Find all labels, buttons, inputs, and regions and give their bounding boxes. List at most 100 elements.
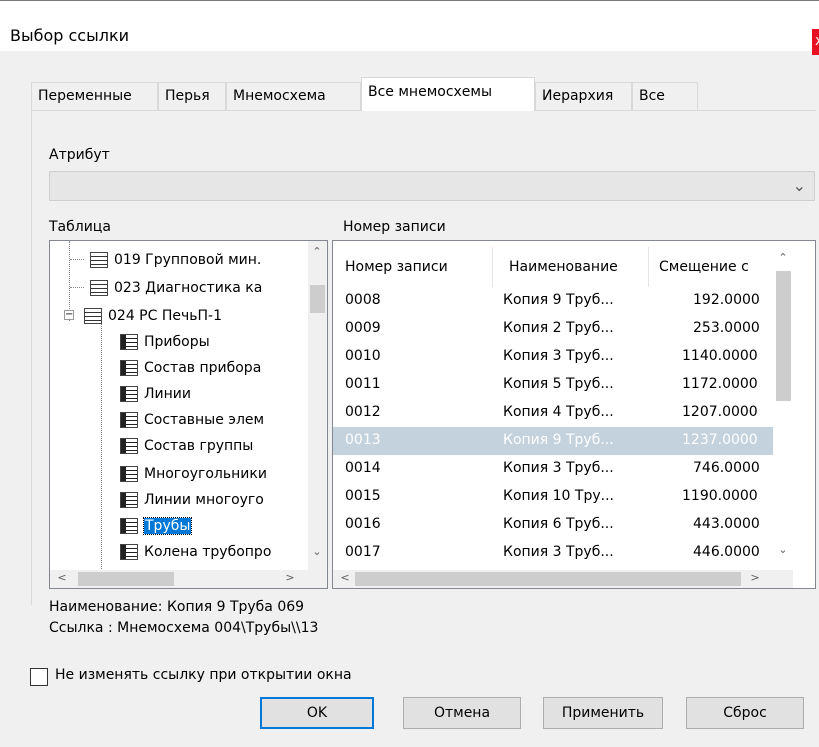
table-label: Таблица: [49, 219, 111, 235]
window-title: Выбор ссылки: [10, 26, 130, 45]
records-table[interactable]: Номер записи Наименование Смещение с 000…: [332, 240, 816, 589]
cell: 0009: [345, 320, 381, 336]
table-icon: [120, 386, 138, 402]
cancel-button[interactable]: Отмена: [403, 697, 521, 729]
selected-link-info: Ссылка : Мнемосхема 004\Трубы\\13: [49, 620, 319, 636]
cell: 0012: [345, 404, 381, 420]
tree-line: [70, 287, 84, 288]
table-row[interactable]: 0010 Копия 3 Труб... 1140.0000: [333, 343, 773, 371]
cell: 0016: [345, 516, 381, 532]
cell: Копия 3 Труб...: [503, 348, 614, 364]
cell: 1190.0000: [682, 488, 758, 504]
tree-item[interactable]: Колена трубопро: [120, 541, 271, 563]
cell: 1237.0000: [682, 432, 758, 448]
tab-hierarchy[interactable]: Иерархия: [535, 82, 632, 110]
tab-variables[interactable]: Переменные: [31, 82, 158, 110]
cell: 1207.0000: [682, 404, 758, 420]
tree-line: [101, 323, 102, 581]
selected-name-info: Наименование: Копия 9 Труба 069: [49, 599, 305, 615]
records-hscrollbar[interactable]: < >: [333, 570, 793, 588]
column-header[interactable]: Номер записи: [333, 247, 493, 287]
table-icon: [120, 544, 138, 560]
table-icon: [120, 412, 138, 428]
table-icon: [120, 466, 138, 482]
tree-item[interactable]: Многоугольники: [120, 463, 267, 485]
records-vscrollbar[interactable]: ⌃ ⌄: [773, 241, 793, 570]
tree-item-label: Линии: [144, 386, 191, 402]
table-row-selected[interactable]: 0013 Копия 9 Труб... 1237.0000: [333, 427, 773, 455]
scroll-right-icon[interactable]: >: [282, 571, 298, 584]
cell: Копия 3 Труб...: [503, 460, 614, 476]
cell: Копия 9 Труб...: [503, 432, 614, 448]
cell: 446.0000: [693, 544, 760, 560]
tree-hscrollbar[interactable]: < >: [50, 570, 327, 588]
close-button[interactable]: x: [812, 29, 819, 55]
table-row[interactable]: 0014 Копия 3 Труб... 746.0000: [333, 455, 773, 483]
table-row[interactable]: 0009 Копия 2 Труб... 253.0000: [333, 315, 773, 343]
scroll-down-icon[interactable]: ⌄: [309, 545, 325, 558]
cell: 746.0000: [693, 460, 760, 476]
reset-button[interactable]: Сброс: [686, 697, 804, 729]
scroll-thumb[interactable]: [776, 271, 791, 401]
attribute-select[interactable]: ⌄: [49, 171, 815, 201]
cell: Копия 3 Труб...: [503, 544, 614, 560]
tree-item[interactable]: 023 Диагностика ка: [90, 277, 262, 299]
tree-item[interactable]: 019 Групповой мин.: [90, 249, 261, 271]
cell: 0015: [345, 488, 381, 504]
cell: Копия 10 Тру...: [503, 488, 614, 504]
column-header[interactable]: Смещение с: [649, 247, 775, 287]
cell: Копия 2 Труб...: [503, 320, 614, 336]
tree-item[interactable]: Составные элем: [120, 409, 264, 431]
tree-item-label: Многоугольники: [144, 466, 267, 482]
record-label: Номер записи: [343, 219, 446, 235]
table-row[interactable]: 0015 Копия 10 Тру... 1190.0000: [333, 483, 773, 511]
table-icon: [120, 492, 138, 508]
keep-link-label[interactable]: Не изменять ссылку при открытии окна: [55, 667, 352, 683]
column-header[interactable]: Наименование: [493, 247, 649, 287]
table-row[interactable]: 0011 Копия 5 Труб... 1172.0000: [333, 371, 773, 399]
tree-item-selected[interactable]: Трубы: [120, 515, 193, 537]
cell: 0014: [345, 460, 381, 476]
cell: 253.0000: [693, 320, 760, 336]
scroll-thumb[interactable]: [355, 572, 741, 586]
table-row[interactable]: 0017 Копия 3 Труб... 446.0000: [333, 539, 773, 567]
tree-item-label: Составные элем: [144, 412, 265, 428]
tree-item[interactable]: Состав прибора: [120, 357, 261, 379]
tab-pens[interactable]: Перья: [158, 82, 226, 110]
scroll-up-icon[interactable]: ⌃: [309, 245, 325, 258]
tree-item[interactable]: 024 РС ПечьП-1: [84, 305, 222, 327]
table-row[interactable]: 0016 Копия 6 Труб... 443.0000: [333, 511, 773, 539]
table-row[interactable]: 0008 Копия 9 Труб... 192.0000: [333, 287, 773, 315]
table-icon: [120, 518, 138, 534]
tree-item-label: 023 Диагностика ка: [114, 280, 263, 296]
cell: 443.0000: [693, 516, 760, 532]
tab-all-mnemos[interactable]: Все мнемосхемы: [361, 77, 535, 111]
cell: 0017: [345, 544, 381, 560]
tree-item[interactable]: Линии: [120, 383, 191, 405]
ok-button[interactable]: OK: [260, 697, 374, 729]
table-icon: [120, 438, 138, 454]
scroll-thumb[interactable]: [78, 572, 174, 586]
scroll-left-icon[interactable]: <: [54, 571, 70, 584]
cell: 0013: [345, 432, 381, 448]
tree-item[interactable]: Линии многоуго: [120, 489, 264, 511]
table-tree[interactable]: − 019 Групповой мин. 023 Диагностика ка …: [49, 240, 328, 589]
tree-item[interactable]: Приборы: [120, 331, 210, 353]
scroll-right-icon[interactable]: >: [747, 571, 763, 584]
tree-item-label: 019 Групповой мин.: [114, 252, 262, 268]
scroll-down-icon[interactable]: ⌄: [775, 543, 791, 556]
tree-item[interactable]: Состав группы: [120, 435, 253, 457]
scroll-up-icon[interactable]: ⌃: [775, 251, 791, 264]
tab-mnemo[interactable]: Мнемосхема: [226, 82, 361, 110]
scroll-thumb[interactable]: [310, 285, 325, 313]
scroll-left-icon[interactable]: <: [337, 571, 353, 584]
collapse-icon[interactable]: −: [64, 310, 74, 320]
apply-button[interactable]: Применить: [543, 697, 663, 729]
table-row[interactable]: 0012 Копия 4 Труб... 1207.0000: [333, 399, 773, 427]
chevron-down-icon[interactable]: ⌄: [793, 176, 806, 195]
tab-all[interactable]: Все: [632, 82, 698, 110]
tree-item-label: Трубы: [142, 517, 193, 535]
cell: Копия 9 Труб...: [503, 292, 614, 308]
tree-vscrollbar[interactable]: ⌃ ⌄: [308, 241, 327, 570]
keep-link-checkbox[interactable]: [30, 668, 48, 686]
